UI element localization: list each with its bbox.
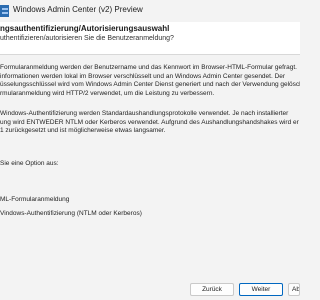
page-subtitle: uthentifizieren/autorisieren Sie die Ben… <box>0 35 174 42</box>
next-button[interactable]: Weiter <box>239 283 283 296</box>
option-prompt: Sie eine Option aus: <box>0 160 59 167</box>
page-title: ngsauthentifizierung/Autorisierungsauswa… <box>0 24 170 33</box>
text-line: üsselungsschlüssel wird vom Windows Admi… <box>0 81 300 88</box>
forms-login-description: Formularanmeldung werden der Benutzernam… <box>0 64 300 98</box>
text-line: Formularanmeldung werden der Benutzernam… <box>0 64 297 71</box>
text-line: informationen werden lokal im Browser ve… <box>0 72 286 80</box>
app-icon <box>0 5 9 17</box>
cancel-button[interactable]: Abbr <box>288 283 300 296</box>
text-line: ung wird ENTWEDER NTLM oder Kerberos ver… <box>0 118 300 126</box>
window-title: Windows Admin Center (v2) Preview <box>13 5 143 14</box>
header-divider <box>0 54 300 55</box>
option-windows-authentication[interactable]: Vindows-Authentifizierung (NTLM oder Ker… <box>0 210 142 217</box>
title-bar: Windows Admin Center (v2) Preview <box>0 0 300 22</box>
windows-auth-description: Windows-Authentifizierung werden Standar… <box>0 110 300 136</box>
text-line: Windows-Authentifizierung werden Standar… <box>0 110 289 117</box>
option-html-form-login[interactable]: ML-Formularanmeldung <box>0 196 69 203</box>
back-button[interactable]: Zurück <box>190 283 234 296</box>
text-line: rmularanmeldung wird HTTP/2 verwendet, u… <box>0 89 215 97</box>
text-line: 1 zurückgesetzt und ist möglicherweise e… <box>0 127 166 134</box>
